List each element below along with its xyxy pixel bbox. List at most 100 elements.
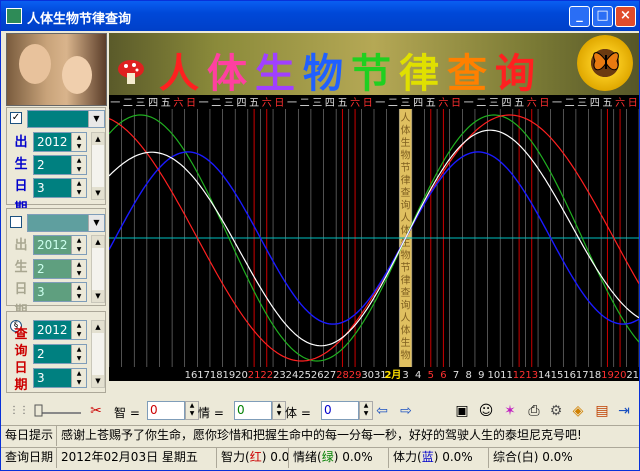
birth-year-spinner[interactable]: 2012 ▲ ▼ (33, 132, 87, 152)
weekday-label: 五 (249, 98, 259, 109)
second-person-select[interactable]: ▼ (27, 214, 105, 232)
date-tick-label: 20 (614, 370, 627, 381)
birth-date-label: 出 生 日 期 (14, 132, 28, 220)
spinner-arrows-icon[interactable]: ▲ ▼ (71, 133, 86, 151)
screenshot-icon[interactable]: ▣ (453, 402, 471, 420)
weekday-label: 五 (337, 98, 347, 109)
scroll-up-icon[interactable]: ▲ (92, 133, 104, 145)
weekday-label: 日 (451, 98, 461, 109)
scissors-icon[interactable]: ✂ (87, 402, 105, 420)
weekday-label: 三 (312, 98, 322, 109)
zhi-input[interactable]: 0 (147, 401, 185, 420)
spinner-arrows-icon[interactable]: ▲ ▼ (71, 321, 86, 339)
today-marker-char: 体 (401, 125, 411, 137)
scroll-down-icon[interactable]: ▼ (92, 187, 104, 199)
second-birth-day-spinner[interactable]: 3 ▲ ▼ (33, 282, 87, 302)
scroll-up-icon[interactable]: ▲ (92, 236, 104, 248)
chevron-down-icon[interactable]: ▼ (88, 111, 104, 127)
query-day-spinner[interactable]: 3 ▲ ▼ (33, 368, 87, 388)
zhi-spinner-icon[interactable]: ▲ ▼ (185, 401, 199, 420)
birth-day-spinner[interactable]: 3 ▲ ▼ (33, 178, 87, 198)
scroll-down-icon[interactable]: ▼ (92, 375, 104, 387)
weekday-label: 日 (539, 98, 549, 109)
date-tick-label: 21 (626, 370, 639, 381)
status-date: 2012年02月03日 星期五 (57, 448, 217, 468)
weekday-label: 五 (602, 98, 612, 109)
spinner-arrows-icon[interactable]: ▲ ▼ (71, 369, 86, 387)
birth-date-checkbox[interactable]: ✓ (10, 112, 22, 124)
exit-icon[interactable]: ⇥ (615, 402, 633, 420)
weekday-label: 四 (502, 98, 512, 109)
tools-icon[interactable]: ⚙ (547, 402, 565, 420)
photo-face (62, 56, 92, 94)
scroll-down-icon[interactable]: ▼ (92, 290, 104, 302)
label-char: 期 (14, 378, 28, 393)
query-scrollbar[interactable]: ▲ ▼ (91, 320, 105, 388)
label-char: 生 (14, 260, 28, 275)
qing-spinner-icon[interactable]: ▲ ▼ (272, 401, 286, 420)
date-tick-label: 17 (197, 370, 210, 381)
today-marker-char: 物 (401, 249, 411, 262)
date-tick-label: 16 (563, 370, 576, 381)
zoom-slider[interactable] (33, 403, 83, 417)
color-icon[interactable]: ◈ (569, 402, 587, 420)
app-window: 人体生物节律查询 _ □ × ✓ ▼ 出 生 日 期 2012▲▼ 2▲▼ 3▲… (0, 0, 640, 471)
second-birth-scrollbar[interactable]: ▲ ▼ (91, 235, 105, 303)
status-date-value: 2012年02月03日 (61, 450, 159, 464)
weekday-label: 四 (413, 98, 423, 109)
weekday-label: 五 (514, 98, 524, 109)
banner-title-char: 体 (207, 50, 255, 97)
star-icon[interactable]: ✶ (501, 402, 519, 420)
weekday-label: 六 (350, 97, 360, 109)
maximize-button[interactable]: □ (592, 6, 613, 27)
today-marker-char: 节 (401, 162, 411, 174)
qingxu-label: 情绪( (293, 450, 322, 464)
birth-month-spinner[interactable]: 2 ▲ ▼ (33, 155, 87, 175)
scroll-up-icon[interactable]: ▲ (92, 321, 104, 333)
tili-label: 体力( (393, 450, 422, 464)
weekday-label: 六 (615, 97, 625, 109)
date-tick-label: 7 (453, 370, 459, 381)
query-year-spinner[interactable]: 2012 ▲ ▼ (33, 320, 87, 340)
title-bar[interactable]: 人体生物节律查询 _ □ × (1, 1, 639, 31)
biorhythm-chart[interactable]: 一二三四五六日一二三四五六日一二三四五六日一二三四五六日一二三四五六日一二三四五… (109, 95, 639, 381)
spinner-arrows-icon[interactable]: ▲ ▼ (71, 345, 86, 363)
book-icon[interactable]: ▤ (593, 402, 611, 420)
print-icon[interactable]: ⎙ (525, 402, 543, 420)
weekday-label: 四 (237, 98, 247, 109)
date-tick-label: 19 (223, 370, 236, 381)
date-tick-label: 12 (513, 370, 526, 381)
second-birth-month-value: 2 (37, 262, 45, 276)
second-birth-month-spinner[interactable]: 2 ▲ ▼ (33, 259, 87, 279)
close-button[interactable]: × (615, 6, 636, 27)
banner-title-char: 物 (303, 50, 351, 97)
qingxu-value: ) 0.0% (333, 450, 373, 464)
label-char: 日 (14, 179, 28, 194)
label-char: 日 (14, 282, 28, 297)
birth-person-select[interactable]: ▼ (27, 110, 105, 128)
chevron-down-icon[interactable]: ▼ (88, 215, 104, 231)
label-char: 生 (14, 157, 28, 172)
birth-scrollbar[interactable]: ▲ ▼ (91, 132, 105, 200)
date-tick-label: 26 (311, 370, 324, 381)
spinner-arrows-icon[interactable]: ▲ ▼ (71, 156, 86, 174)
spinner-arrows-icon[interactable]: ▲ ▼ (71, 260, 86, 278)
banner-title-char: 人 (159, 50, 207, 97)
today-marker-char: 询 (401, 199, 411, 212)
arrow-right-icon[interactable]: ⇨ (397, 402, 415, 420)
spinner-arrows-icon[interactable]: ▲ ▼ (71, 236, 86, 254)
ti-input[interactable]: 0 (321, 401, 359, 420)
weekday-label: 四 (325, 98, 335, 109)
second-birth-date-checkbox[interactable] (10, 216, 22, 228)
date-tick-label: 21 (248, 370, 261, 381)
spinner-arrows-icon[interactable]: ▲ ▼ (71, 179, 86, 197)
ti-spinner-icon[interactable]: ▲ ▼ (359, 401, 373, 420)
weekday-label: 三 (401, 98, 411, 109)
second-birth-year-spinner[interactable]: 2012 ▲ ▼ (33, 235, 87, 255)
face-icon[interactable]: ☺ (477, 402, 495, 420)
arrow-left-icon[interactable]: ⇦ (373, 402, 391, 420)
spinner-arrows-icon[interactable]: ▲ ▼ (71, 283, 86, 301)
qing-input[interactable]: 0 (234, 401, 272, 420)
minimize-button[interactable]: _ (569, 6, 590, 27)
query-month-spinner[interactable]: 2 ▲ ▼ (33, 344, 87, 364)
